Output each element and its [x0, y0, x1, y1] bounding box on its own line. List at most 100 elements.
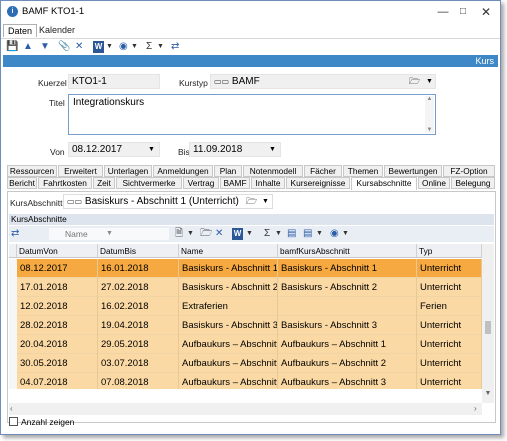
- table-row[interactable]: 20.04.2018 29.05.2018 Aufbaukurs – Abschni…: [9, 335, 482, 354]
- new-document-icon[interactable]: 🗎: [175, 228, 183, 240]
- titel-textarea[interactable]: Integrationskurs ▲ ▼: [68, 94, 436, 135]
- tab-belegung[interactable]: Belegung: [451, 177, 495, 189]
- tab-ressourcen[interactable]: Ressourcen: [7, 165, 57, 177]
- cell-name[interactable]: Basiskurs - Abschnitt 2: [179, 278, 278, 297]
- scroll-down-icon[interactable]: ▼: [482, 390, 494, 397]
- cell-name[interactable]: Aufbaukurs – Abschnitt: [179, 335, 278, 354]
- cell-typ[interactable]: Unterricht: [417, 335, 482, 354]
- tab-fz-option[interactable]: FZ-Option: [443, 165, 495, 177]
- refresh-icon[interactable]: ⇄: [171, 41, 179, 53]
- column-header-bamfkursabschnitt[interactable]: bamfKursAbschnitt: [278, 244, 417, 258]
- cell-typ[interactable]: Unterricht: [417, 259, 482, 278]
- dropdown-icon[interactable]: ▼: [131, 41, 138, 53]
- von-field[interactable]: 08.12.2017 ▼: [68, 142, 160, 157]
- row-selector[interactable]: [9, 335, 17, 354]
- tab-bewertungen[interactable]: Bewertungen: [384, 165, 442, 177]
- save-icon[interactable]: 💾: [6, 41, 18, 53]
- table-row[interactable]: 28.02.2018 19.04.2018 Basiskurs - Abschnit…: [9, 316, 482, 335]
- bis-field[interactable]: 11.09.2018 ▼: [189, 142, 281, 157]
- row-selector[interactable]: [9, 278, 17, 297]
- table-row[interactable]: 30.05.2018 03.07.2018 Aufbaukurs – Abschni…: [9, 354, 482, 373]
- kuerzel-field[interactable]: KTO1-1: [68, 74, 160, 89]
- attach-icon[interactable]: 📎: [58, 41, 70, 53]
- cell-datumbis[interactable]: 16.01.2018: [98, 259, 179, 278]
- cell-name[interactable]: Aufbaukurs – Abschnitt: [179, 373, 278, 389]
- tab-bamf[interactable]: BAMF: [220, 177, 250, 189]
- sum-icon[interactable]: Σ: [146, 41, 152, 53]
- cell-bamfkursabschnitt[interactable]: Aufbaukurs – Abschnitt 3: [278, 373, 417, 389]
- down-icon[interactable]: ▼: [40, 41, 50, 53]
- table-row[interactable]: 17.01.2018 27.02.2018 Basiskurs - Abschnit…: [9, 278, 482, 297]
- vertical-scrollbar[interactable]: ▼: [482, 244, 494, 403]
- tab-sichtvermerke[interactable]: Sichtvermerke: [116, 177, 182, 189]
- scroll-left-icon[interactable]: ‹: [10, 404, 13, 413]
- anzahl-checkbox[interactable]: [9, 417, 18, 426]
- tab-vertrag[interactable]: Vertrag: [183, 177, 219, 189]
- table-row[interactable]: 12.02.2018 16.02.2018 Extraferien Ferien: [9, 297, 482, 316]
- cell-typ[interactable]: Ferien: [417, 297, 482, 316]
- cell-datumbis[interactable]: 19.04.2018: [98, 316, 179, 335]
- chevron-down-icon[interactable]: ▼: [148, 143, 155, 156]
- cell-datumvon[interactable]: 04.07.2018: [17, 373, 98, 389]
- word-icon[interactable]: W: [93, 41, 104, 53]
- tab-fahrtkosten[interactable]: Fahrtkosten: [38, 177, 92, 189]
- cell-name[interactable]: Basiskurs - Abschnitt 3: [179, 316, 278, 335]
- dropdown-icon[interactable]: ▼: [316, 228, 323, 240]
- cell-typ[interactable]: Unterricht: [417, 278, 482, 297]
- cell-datumvon[interactable]: 08.12.2017: [17, 259, 98, 278]
- tab-daten[interactable]: Daten: [3, 24, 38, 37]
- cell-datumvon[interactable]: 12.02.2018: [17, 297, 98, 316]
- folder-icon[interactable]: 🗁: [246, 195, 257, 208]
- chevron-down-icon[interactable]: ▼: [262, 195, 269, 208]
- folder-icon[interactable]: 🗁: [409, 75, 420, 88]
- vertical-scrollbar-thumb[interactable]: [485, 321, 491, 334]
- cell-bamfkursabschnitt[interactable]: Basiskurs - Abschnitt 1: [278, 259, 417, 278]
- dropdown-icon[interactable]: ▼: [187, 228, 194, 240]
- column-header-datumvon[interactable]: DatumVon: [17, 244, 98, 258]
- table-row[interactable]: 08.12.2017 16.01.2018 Basiskurs - Abschnit…: [9, 259, 482, 278]
- sum-icon[interactable]: Σ: [264, 228, 270, 240]
- cell-typ[interactable]: Unterricht: [417, 316, 482, 335]
- cell-datumbis[interactable]: 27.02.2018: [98, 278, 179, 297]
- cell-bamfkursabschnitt[interactable]: Basiskurs - Abschnitt 2: [278, 278, 417, 297]
- cell-typ[interactable]: Unterricht: [417, 354, 482, 373]
- tab-faecher[interactable]: Fächer: [304, 165, 342, 177]
- dropdown-icon[interactable]: ▼: [342, 228, 349, 240]
- textarea-scrollbar[interactable]: ▲ ▼: [425, 96, 434, 133]
- cell-bamfkursabschnitt[interactable]: [278, 297, 417, 316]
- globe-icon[interactable]: ◉: [119, 41, 128, 53]
- table-row[interactable]: 04.07.2018 07.08.2018 Aufbaukurs – Abschni…: [9, 373, 482, 389]
- delete-icon[interactable]: ✕: [75, 41, 83, 53]
- tab-plan[interactable]: Plan: [214, 165, 242, 177]
- tab-online[interactable]: Online: [418, 177, 450, 189]
- globe-icon[interactable]: ◉: [330, 228, 339, 240]
- dropdown-icon[interactable]: ▼: [275, 228, 282, 240]
- cell-datumvon[interactable]: 30.05.2018: [17, 354, 98, 373]
- cell-datumvon[interactable]: 20.04.2018: [17, 335, 98, 354]
- column-header-typ[interactable]: Typ: [417, 244, 482, 258]
- cell-datumbis[interactable]: 07.08.2018: [98, 373, 179, 389]
- chevron-down-icon[interactable]: ▼: [426, 75, 433, 88]
- cell-name[interactable]: Aufbaukurs – Abschnitt: [179, 354, 278, 373]
- minimize-button[interactable]: —: [432, 4, 454, 20]
- maximize-button[interactable]: □: [452, 4, 474, 20]
- cell-datumbis[interactable]: 16.02.2018: [98, 297, 179, 316]
- word-icon[interactable]: W: [232, 228, 243, 240]
- tab-kursereignisse[interactable]: Kursereignisse: [286, 177, 350, 189]
- cell-bamfkursabschnitt[interactable]: Aufbaukurs – Abschnitt 1: [278, 335, 417, 354]
- tab-unterlagen[interactable]: Unterlagen: [104, 165, 152, 177]
- chevron-down-icon[interactable]: ▼: [269, 143, 276, 156]
- folder-icon[interactable]: 🗁: [200, 228, 212, 240]
- cell-typ[interactable]: Unterricht: [417, 373, 482, 389]
- kurstyp-field[interactable]: ▭▭ BAMF 🗁 ▼: [210, 74, 436, 89]
- row-selector[interactable]: [9, 259, 17, 278]
- tab-notenmodell[interactable]: Notenmodell: [243, 165, 303, 177]
- dropdown-icon[interactable]: ▼: [157, 41, 164, 53]
- cell-name[interactable]: Basiskurs - Abschnitt 1: [179, 259, 278, 278]
- cell-datumbis[interactable]: 29.05.2018: [98, 335, 179, 354]
- tab-kursabschnitte[interactable]: Kursabschnitte: [351, 177, 417, 190]
- table-icon[interactable]: ▤: [287, 228, 296, 240]
- tab-erweitert[interactable]: Erweitert: [58, 165, 103, 177]
- chevron-down-icon[interactable]: ▼: [106, 228, 113, 240]
- cell-datumvon[interactable]: 17.01.2018: [17, 278, 98, 297]
